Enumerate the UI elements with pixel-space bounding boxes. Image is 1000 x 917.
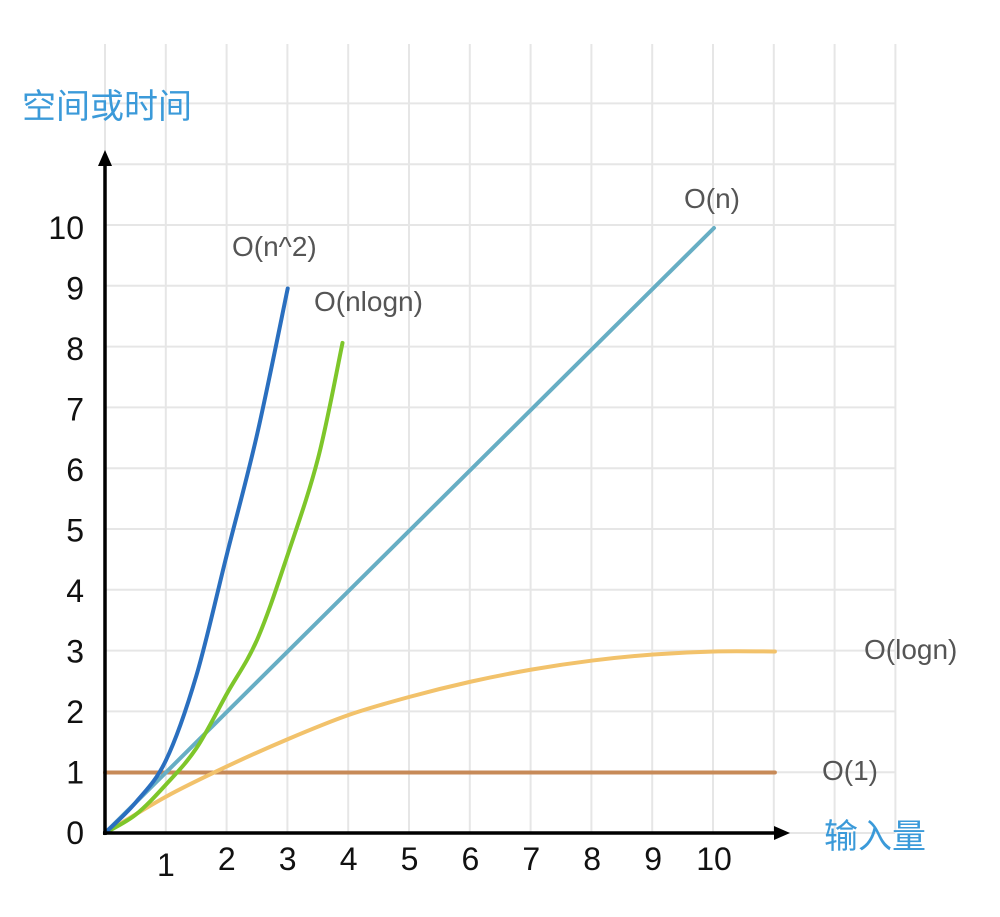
x-tick-label: 9: [644, 841, 662, 877]
series-labels: O(n^2) O(nlogn) O(n) O(logn) O(1): [232, 183, 957, 786]
x-tick-label: 10: [696, 841, 732, 877]
x-tick-label: 7: [522, 841, 540, 877]
x-tick-label: 6: [462, 841, 480, 877]
x-axis-arrow-icon: [774, 826, 790, 840]
complexity-chart: 0123456789101 2 3 4 5 6 7 8 9 10 O(n^2)O(nlogn)O(…: [22, 44, 957, 883]
y-tick-label: 5: [66, 513, 84, 549]
series-line-o-logn: [103, 649, 777, 835]
series-label-o-logn: O(logn): [864, 634, 957, 665]
y-axis-arrow-icon: [98, 150, 112, 166]
y-tick-label: 0: [66, 815, 84, 851]
y-tick-label: 3: [66, 634, 84, 670]
y-tick-label: 6: [66, 452, 84, 488]
y-axis-title: 空间或时间: [22, 87, 192, 127]
y-tick-label: 7: [66, 392, 84, 428]
x-tick-label: 8: [583, 841, 601, 877]
series-label-o-n-2: O(n^2): [232, 231, 317, 262]
y-tick-label: 8: [66, 331, 84, 367]
x-axis-title: 输入量: [824, 817, 926, 857]
y-tick-label: 9: [66, 271, 84, 307]
series-line-o-nlogn: [103, 340, 345, 835]
series-label-o-nlogn: O(nlogn): [314, 286, 423, 317]
series-label-o-n: O(n): [684, 183, 740, 214]
x-tick-label: 4: [340, 841, 358, 877]
y-tick-label: 2: [66, 694, 84, 730]
x-tick-label: 5: [401, 841, 419, 877]
series-lines: [103, 226, 777, 835]
x-tick-label: 3: [279, 841, 297, 877]
y-tick-label: 1: [66, 755, 84, 791]
x-tick-label: 2: [218, 841, 236, 877]
series-label-o-1: O(1): [822, 755, 878, 786]
y-tick-label: 4: [66, 573, 84, 609]
x-tick-label: 1: [157, 847, 175, 883]
y-tick-label: 10: [48, 210, 84, 246]
